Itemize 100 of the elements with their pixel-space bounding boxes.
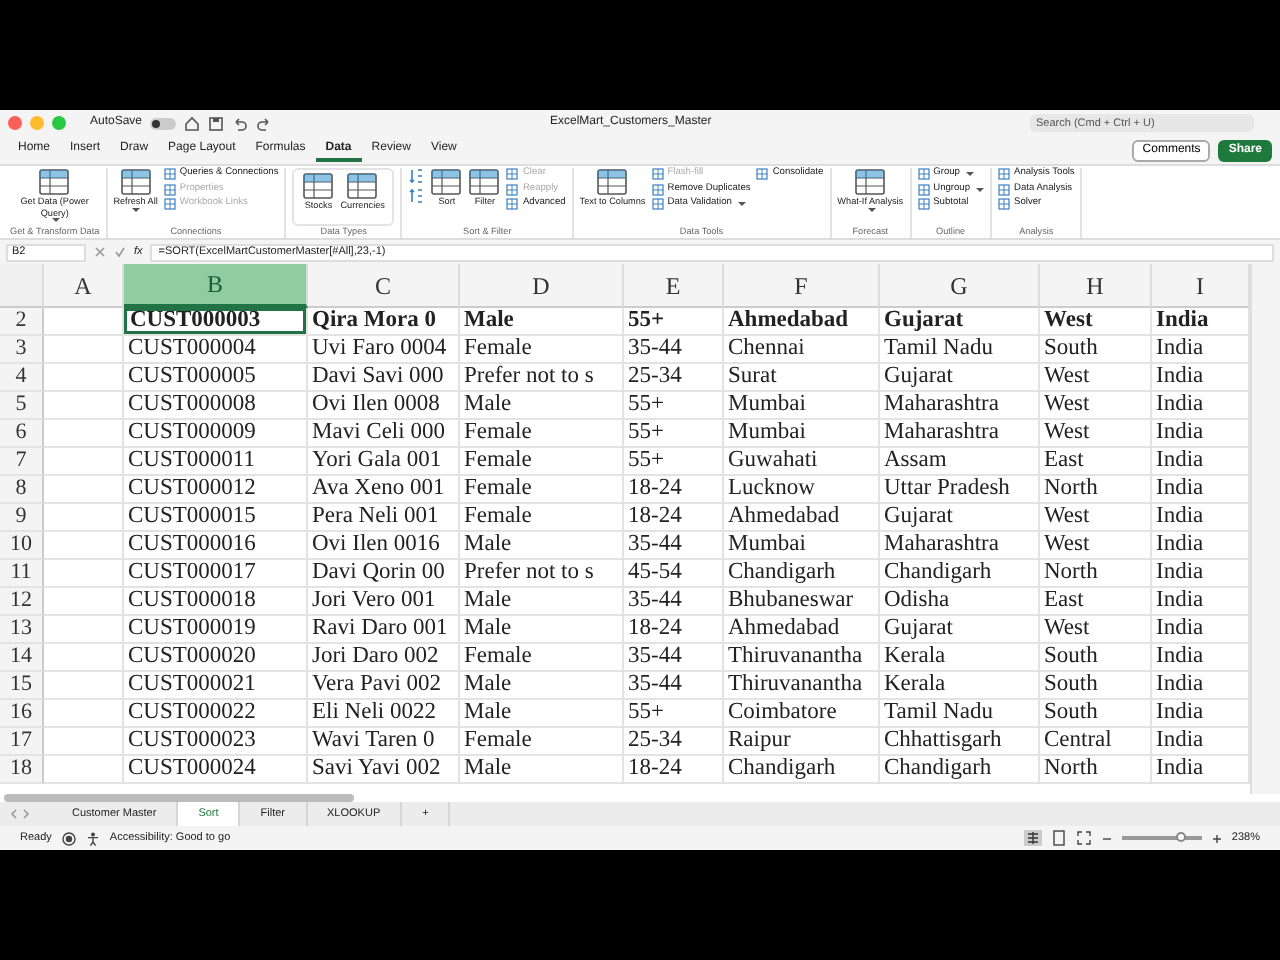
table-cell: Chandigarh	[880, 756, 1040, 784]
home-icon[interactable]	[184, 115, 201, 131]
redo-icon[interactable]	[256, 115, 273, 131]
page-layout-icon[interactable]	[1051, 830, 1066, 846]
row-header[interactable]: 7	[0, 448, 44, 476]
table-cell: Mavi Celi 000	[308, 420, 460, 448]
table-cell: Jori Vero 001	[308, 588, 460, 616]
row-header[interactable]: 9	[0, 504, 44, 532]
next-sheet-icon[interactable]	[20, 808, 32, 820]
column-header[interactable]: C	[308, 264, 460, 308]
table-cell: Male	[460, 532, 624, 560]
sort-ascending-icon[interactable]	[408, 168, 425, 184]
row-header[interactable]: 17	[0, 728, 44, 756]
sort-descending-icon[interactable]	[408, 187, 425, 203]
table-cell: CUST000018	[124, 588, 308, 616]
table-cell: West	[1040, 616, 1152, 644]
column-header[interactable]: B	[124, 264, 308, 308]
table-cell: Gujarat	[880, 504, 1040, 532]
table-cell: Female	[460, 476, 624, 504]
table-cell: Male	[460, 700, 624, 728]
table-cell: Guwahati	[724, 448, 880, 476]
row-header[interactable]: 16	[0, 700, 44, 728]
caret-icon	[737, 202, 746, 206]
table-cell: East	[1040, 588, 1152, 616]
table-cell: Male	[460, 616, 624, 644]
table-cell: Mumbai	[724, 392, 880, 420]
table-cell: North	[1040, 476, 1152, 504]
page-break-icon[interactable]	[1075, 830, 1092, 846]
table-cell: CUST000008	[124, 392, 308, 420]
accessibility-icon[interactable]	[85, 831, 100, 845]
column-header[interactable]: A	[44, 264, 124, 308]
row-header[interactable]: 11	[0, 560, 44, 588]
zoom-in-icon[interactable]	[1211, 833, 1222, 843]
table-cell: Coimbatore	[724, 700, 880, 728]
caret-icon	[51, 218, 60, 222]
previous-sheet-icon[interactable]	[8, 808, 20, 820]
table-cell: West	[1040, 420, 1152, 448]
table-icon	[651, 183, 664, 195]
table-cell: Male	[460, 756, 624, 784]
table-cell: CUST000017	[124, 560, 308, 588]
row-header[interactable]: 15	[0, 672, 44, 700]
row-header[interactable]: 10	[0, 532, 44, 560]
normal-view-icon[interactable]	[1023, 830, 1042, 846]
row-header[interactable]: 18	[0, 756, 44, 784]
table-cell: CUST000019	[124, 616, 308, 644]
row-header[interactable]: 14	[0, 644, 44, 672]
row-header[interactable]: 12	[0, 588, 44, 616]
table-cell: South	[1040, 336, 1152, 364]
table-icon	[917, 183, 930, 195]
table-cell: Female	[460, 420, 624, 448]
record-icon[interactable]	[61, 831, 76, 845]
table-cell: 55+	[624, 392, 724, 420]
row-header[interactable]: 5	[0, 392, 44, 420]
table-cell: CUST000023	[124, 728, 308, 756]
table-cell: CUST000005	[124, 364, 308, 392]
table-icon	[651, 198, 664, 210]
table-cell: Female	[460, 644, 624, 672]
caret-icon	[976, 187, 985, 191]
row-header[interactable]: 3	[0, 336, 44, 364]
table-cell: Ovi Ilen 0016	[308, 532, 460, 560]
save-icon[interactable]	[208, 115, 225, 131]
close-window-icon[interactable]	[8, 116, 22, 130]
table-icon	[163, 183, 176, 195]
column-header[interactable]: G	[880, 264, 1040, 308]
table-cell: Jori Daro 002	[308, 644, 460, 672]
table-cell: Qira Mora 0	[308, 308, 460, 336]
cancel-icon[interactable]	[94, 246, 106, 258]
table-cell: Maharashtra	[880, 392, 1040, 420]
table-cell: Kerala	[880, 672, 1040, 700]
scrollbar-thumb[interactable]	[4, 794, 354, 802]
table-cell: 35-44	[624, 672, 724, 700]
table-cell: Ahmedabad	[724, 504, 880, 532]
zoom-out-icon[interactable]	[1101, 833, 1112, 843]
row-header[interactable]: 13	[0, 616, 44, 644]
table-cell: Female	[460, 728, 624, 756]
table-cell: Prefer not to s	[460, 364, 624, 392]
table-cell: West	[1040, 308, 1152, 336]
column-header[interactable]: E	[624, 264, 724, 308]
column-header[interactable]: F	[724, 264, 880, 308]
table-cell: Male	[460, 588, 624, 616]
checkmark-icon[interactable]	[114, 246, 126, 258]
row-header[interactable]: 4	[0, 364, 44, 392]
table-cell: Bhubaneswar	[724, 588, 880, 616]
vertical-scrollbar[interactable]	[1250, 264, 1280, 794]
column-header[interactable]: H	[1040, 264, 1152, 308]
table-cell: 35-44	[624, 644, 724, 672]
table-cell: Assam	[880, 448, 1040, 476]
table-cell: 25-34	[624, 728, 724, 756]
column-header[interactable]: D	[460, 264, 624, 308]
row-header[interactable]: 6	[0, 420, 44, 448]
undo-icon[interactable]	[232, 115, 249, 131]
slider-thumb[interactable]	[1175, 832, 1186, 842]
column-header[interactable]: I	[1152, 264, 1250, 308]
autosave-toggle[interactable]	[150, 117, 177, 129]
zoom-window-icon[interactable]	[52, 116, 66, 130]
table-cell: 18-24	[624, 504, 724, 532]
table-cell: North	[1040, 560, 1152, 588]
table-cell: South	[1040, 672, 1152, 700]
row-header[interactable]: 2	[0, 308, 44, 336]
row-header[interactable]: 8	[0, 476, 44, 504]
